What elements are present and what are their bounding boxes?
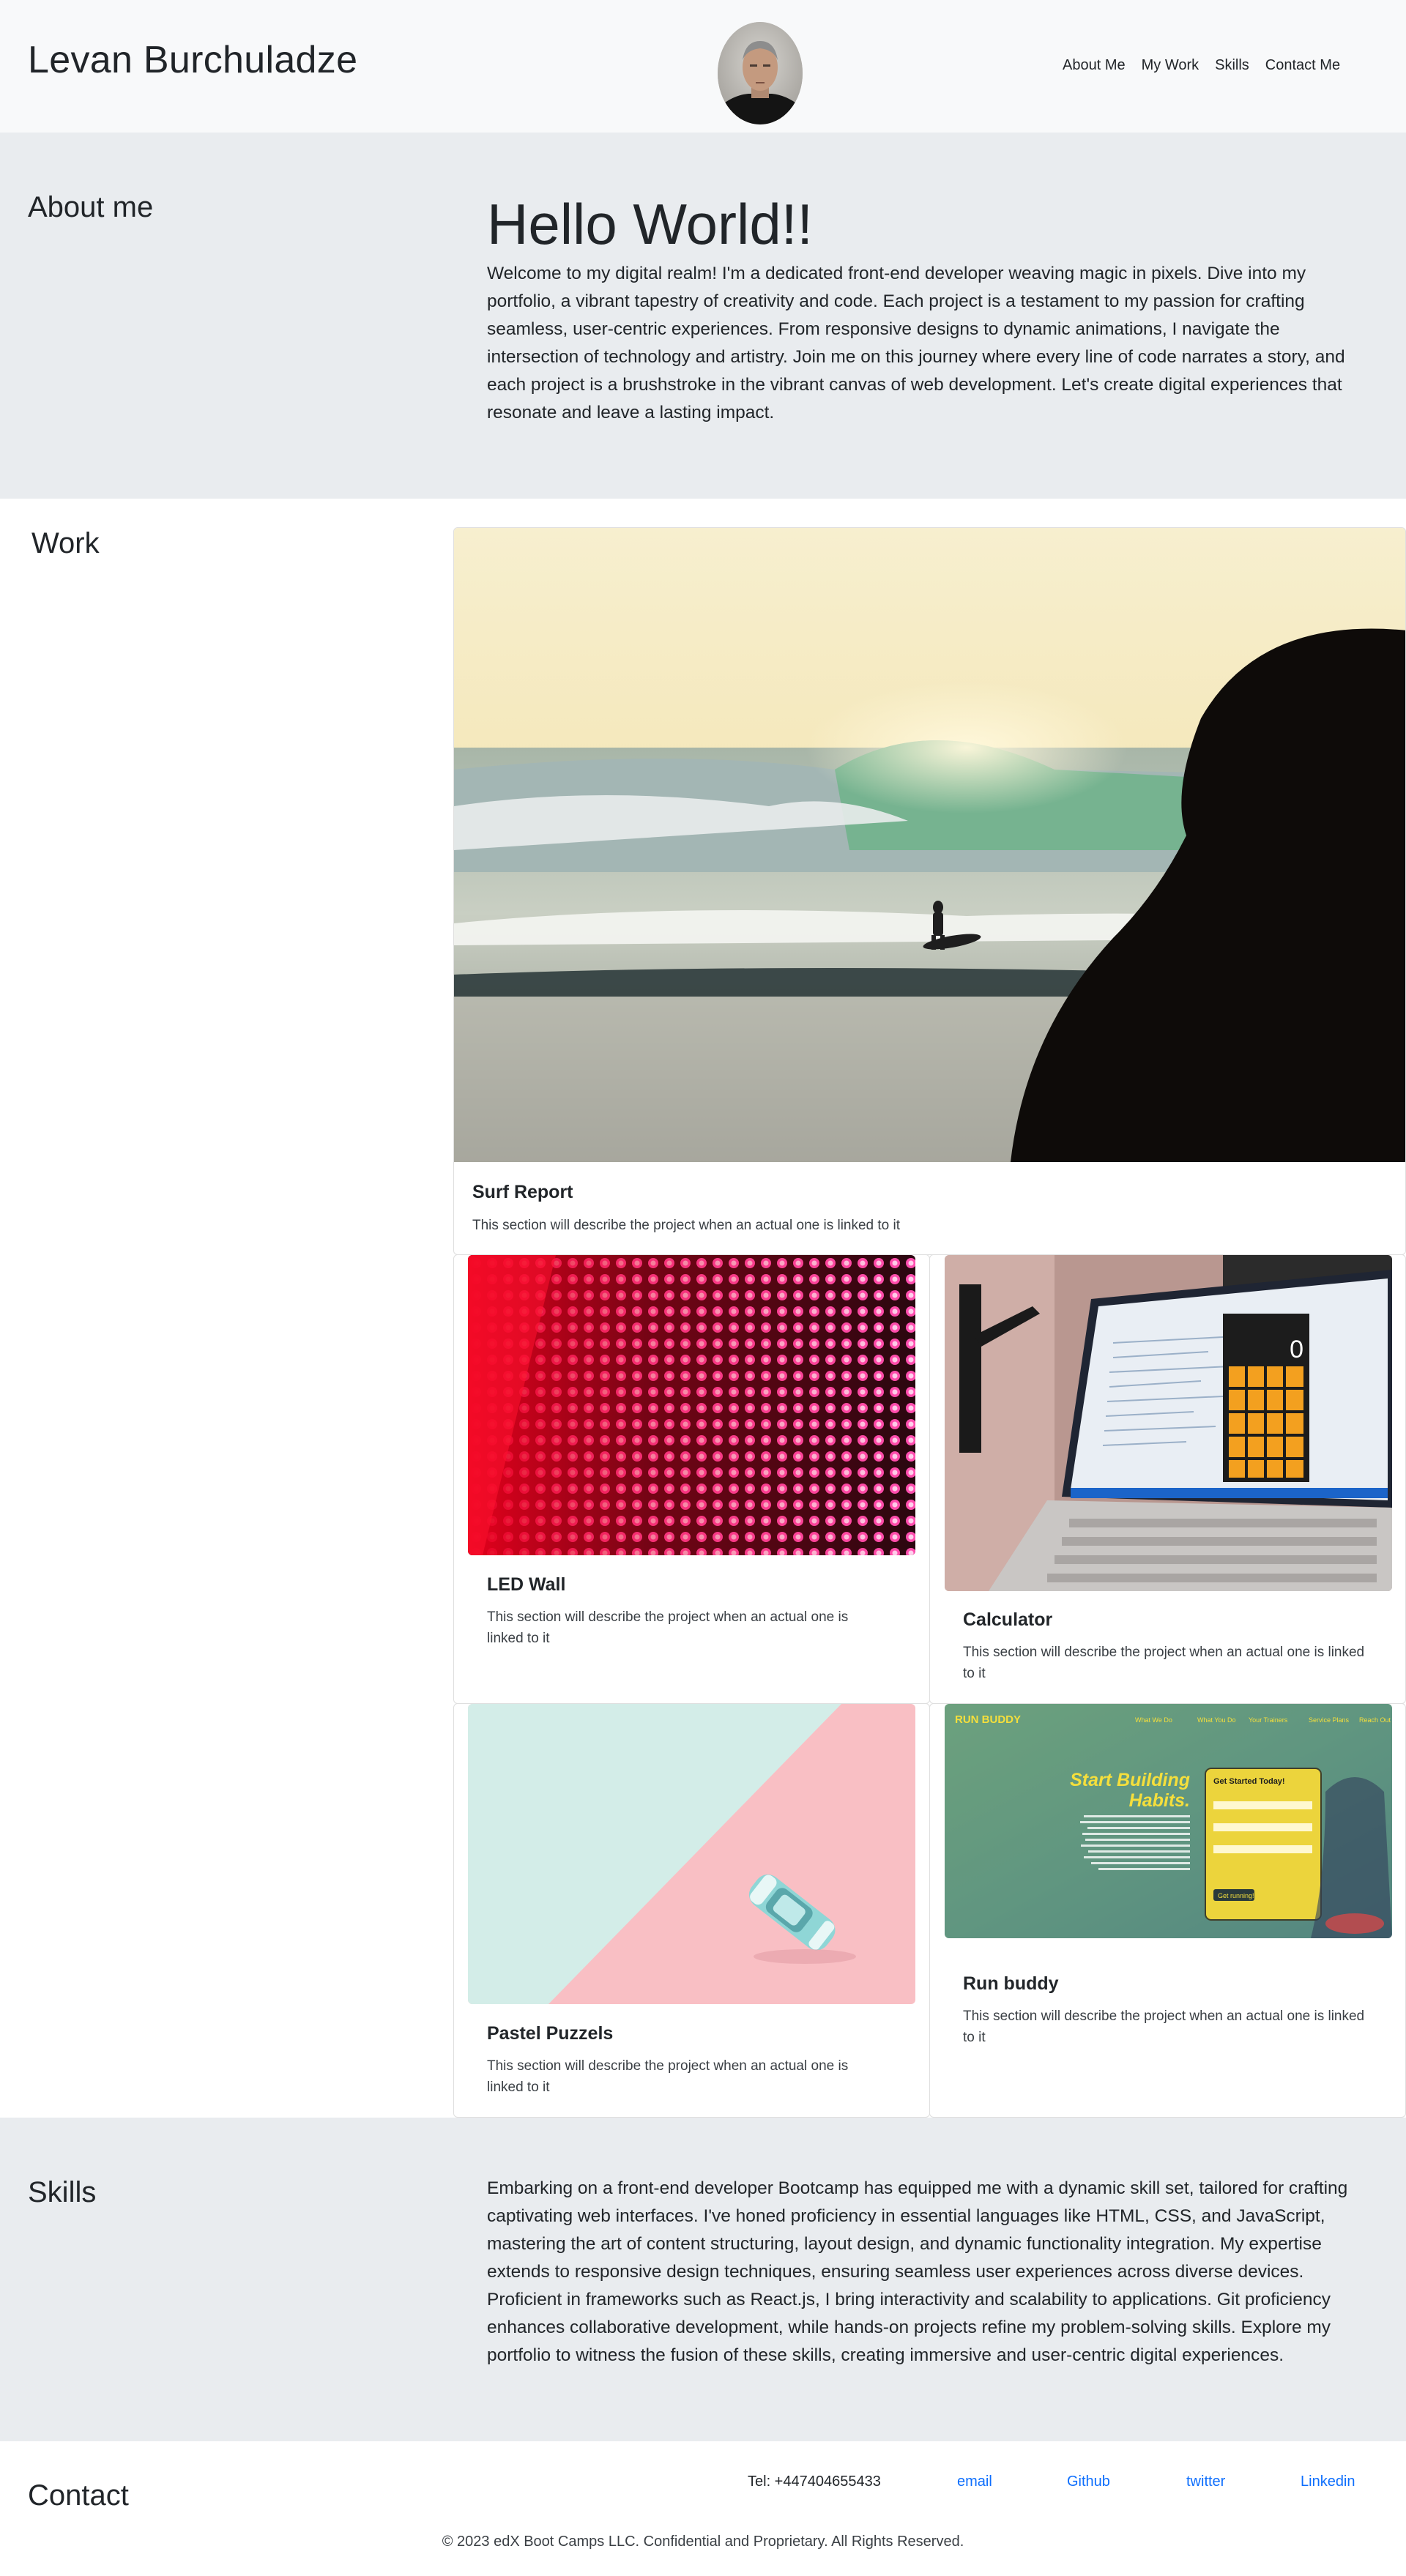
avatar-portrait-image (718, 22, 803, 124)
run-buddy-nav-1: What We Do (1135, 1716, 1172, 1724)
run-buddy-button-text: Get running! (1218, 1892, 1254, 1899)
project-card-calculator[interactable]: 0 Calculator This section will describe … (929, 1254, 1406, 1704)
project-title: Pastel Puzzels (487, 2023, 614, 2044)
github-link[interactable]: Github (1067, 2473, 1110, 2490)
about-heading: About me (28, 191, 154, 223)
linkedin-link[interactable]: Linkedin (1301, 2473, 1355, 2490)
skills-text: Embarking on a front-end developer Bootc… (487, 2178, 1348, 2365)
run-buddy-nav-4: Service Plans (1309, 1716, 1350, 1724)
run-buddy-nav-3: Your Trainers (1249, 1716, 1288, 1724)
site-title: Levan Burchuladze (28, 39, 358, 81)
contact-links: Tel: +447404655433 email Github twitter … (0, 2473, 1406, 2495)
about-section: About me Hello World!! Welcome to my dig… (0, 133, 1406, 499)
nav-skills[interactable]: Skills (1215, 57, 1249, 74)
surf-report-image (454, 528, 1405, 1162)
run-buddy-nav-2: What You Do (1197, 1716, 1236, 1724)
project-card-run-buddy[interactable]: RUN BUDDY What We Do What You Do Your Tr… (929, 1703, 1406, 2118)
main-nav: About Me My Work Skills Contact Me (1063, 57, 1356, 74)
nav-about-me[interactable]: About Me (1063, 57, 1126, 74)
run-buddy-headline-1: Start Building (1070, 1770, 1190, 1790)
skills-section: Skills Embarking on a front-end develope… (0, 2118, 1406, 2441)
project-title: Surf Report (472, 1182, 573, 1202)
copyright-text: © 2023 edX Boot Camps LLC. Confidential … (442, 2534, 964, 2550)
contact-section: Contact Tel: +447404655433 email Github … (0, 2441, 1406, 2576)
pastel-puzzels-image (468, 1704, 915, 2004)
project-card-led-wall[interactable]: LED Wall This section will describe the … (453, 1254, 930, 1704)
project-title: Calculator (963, 1609, 1053, 1630)
twitter-link[interactable]: twitter (1186, 2473, 1225, 2490)
avatar (718, 22, 803, 124)
project-title: LED Wall (487, 1574, 566, 1595)
about-text: Welcome to my digital realm! I'm a dedic… (487, 264, 1345, 422)
calculator-display: 0 (1290, 1336, 1303, 1363)
run-buddy-brand: RUN BUDDY (955, 1713, 1021, 1726)
project-description: This section will describe the project w… (487, 2058, 849, 2095)
led-wall-image (468, 1255, 915, 1555)
skills-heading: Skills (28, 2176, 97, 2208)
run-buddy-form-title: Get Started Today! (1213, 1777, 1285, 1786)
nav-my-work[interactable]: My Work (1142, 57, 1199, 74)
project-description: This section will describe the project w… (963, 1645, 1365, 1681)
run-buddy-image: RUN BUDDY What We Do What You Do Your Tr… (945, 1704, 1392, 1938)
work-heading: Work (31, 527, 100, 559)
project-card-surf-report[interactable]: Surf Report This section will describe t… (453, 527, 1406, 1255)
project-title: Run buddy (963, 1973, 1059, 1994)
calculator-image: 0 (945, 1255, 1392, 1591)
site-header: Levan Burchuladze About Me My Work Skill… (0, 0, 1406, 133)
project-card-pastel-puzzels[interactable]: Pastel Puzzels This section will describ… (453, 1703, 930, 2118)
nav-contact-me[interactable]: Contact Me (1265, 57, 1340, 74)
hello-heading: Hello World!! (487, 192, 814, 256)
run-buddy-nav-5: Reach Out (1359, 1716, 1391, 1724)
email-link[interactable]: email (957, 2473, 992, 2490)
run-buddy-headline-2: Habits. (1129, 1790, 1190, 1811)
project-description: This section will describe the project w… (487, 1609, 849, 1646)
project-description: This section will describe the project w… (963, 2009, 1365, 2045)
contact-phone: Tel: +447404655433 (748, 2473, 881, 2490)
project-description: This section will describe the project w… (472, 1218, 901, 1233)
